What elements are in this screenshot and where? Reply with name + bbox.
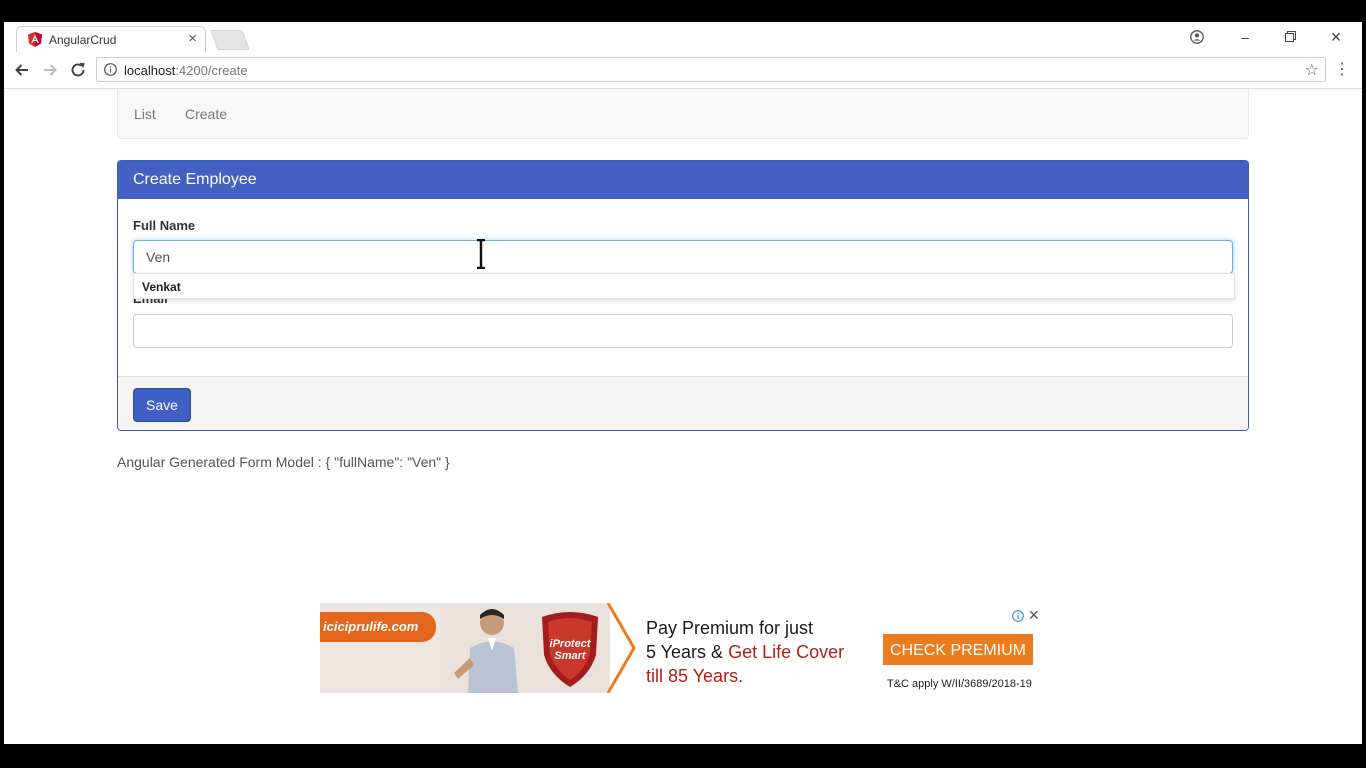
back-icon[interactable] [12,60,32,80]
ad-line-3: till 85 Years. [646,666,744,686]
ad-line-1: Pay Premium for just [646,618,814,638]
ad-brand-tag: iciciprulife.com [320,612,436,642]
browser-tab[interactable]: AngularCrud × [16,26,206,52]
close-tab-icon[interactable]: × [188,30,197,47]
url-path: :4200/create [175,63,248,78]
form-model-output: Angular Generated Form Model : { "fullNa… [117,454,450,470]
app-navbar: List Create [117,89,1249,139]
minimize-icon[interactable]: – [1230,26,1260,48]
ad-terms-text: T&C apply W/II/3689/2018-19 [887,678,1032,690]
nav-link-create[interactable]: Create [185,106,227,122]
reload-icon[interactable] [68,60,88,80]
ad-close-icon[interactable]: ✕ [1028,607,1040,624]
browser-toolbar: localhost:4200/create ☆ ⋮ [4,52,1362,89]
check-premium-button[interactable]: CHECK PREMIUM [883,634,1033,665]
ad-shield-badge: iProtect Smart [542,612,598,687]
site-info-icon[interactable] [104,63,117,76]
autocomplete-dropdown: Venkat [133,273,1235,299]
autocomplete-suggestion[interactable]: Venkat [142,280,181,294]
panel-heading: Create Employee [118,161,1248,199]
full-name-input[interactable] [133,240,1233,274]
close-window-icon[interactable]: × [1321,26,1351,48]
ad-line-2b: Get Life Cover [728,642,845,662]
restore-icon[interactable] [1275,26,1305,48]
nav-link-list[interactable]: List [134,106,156,122]
angular-favicon-icon [28,32,42,47]
ad-info-icon[interactable] [1012,610,1024,622]
create-employee-panel: Create Employee Full Name Email Venkat S… [117,160,1249,431]
ad-arrow-divider [606,603,636,693]
email-input[interactable] [133,314,1233,348]
text-cursor-icon [477,239,485,269]
save-button[interactable]: Save [133,388,191,422]
ad-badge-text: iProtect Smart [550,638,592,662]
panel-footer: Save [118,376,1248,430]
address-bar[interactable]: localhost:4200/create ☆ [96,57,1326,82]
forward-icon[interactable] [40,60,60,80]
ad-line-2a: 5 Years & [646,642,729,662]
bookmark-star-icon[interactable]: ☆ [1305,60,1319,80]
tab-title: AngularCrud [49,33,117,47]
url-host: localhost [124,63,176,78]
page-content: List Create Create Employee Full Name Em… [4,89,1362,744]
ad-line-2: 5 Years & Get Life Cover [646,640,844,664]
browser-window: AngularCrud × – × localhost:4200/create … [4,22,1362,744]
tab-strip: AngularCrud × – × [4,22,1362,52]
advertisement-banner[interactable]: iciciprulife.com iProtect Smart Pay Prem… [320,603,1042,695]
ad-image: iciciprulife.com iProtect Smart [320,603,610,693]
new-tab-button[interactable] [210,30,250,50]
url-text: localhost:4200/create [124,63,248,78]
browser-menu-icon[interactable]: ⋮ [1334,60,1350,80]
full-name-label: Full Name [133,218,196,233]
ad-headline: Pay Premium for just 5 Years & Get Life … [646,616,844,688]
panel-title: Create Employee [133,171,257,188]
profile-icon[interactable] [1182,26,1212,48]
